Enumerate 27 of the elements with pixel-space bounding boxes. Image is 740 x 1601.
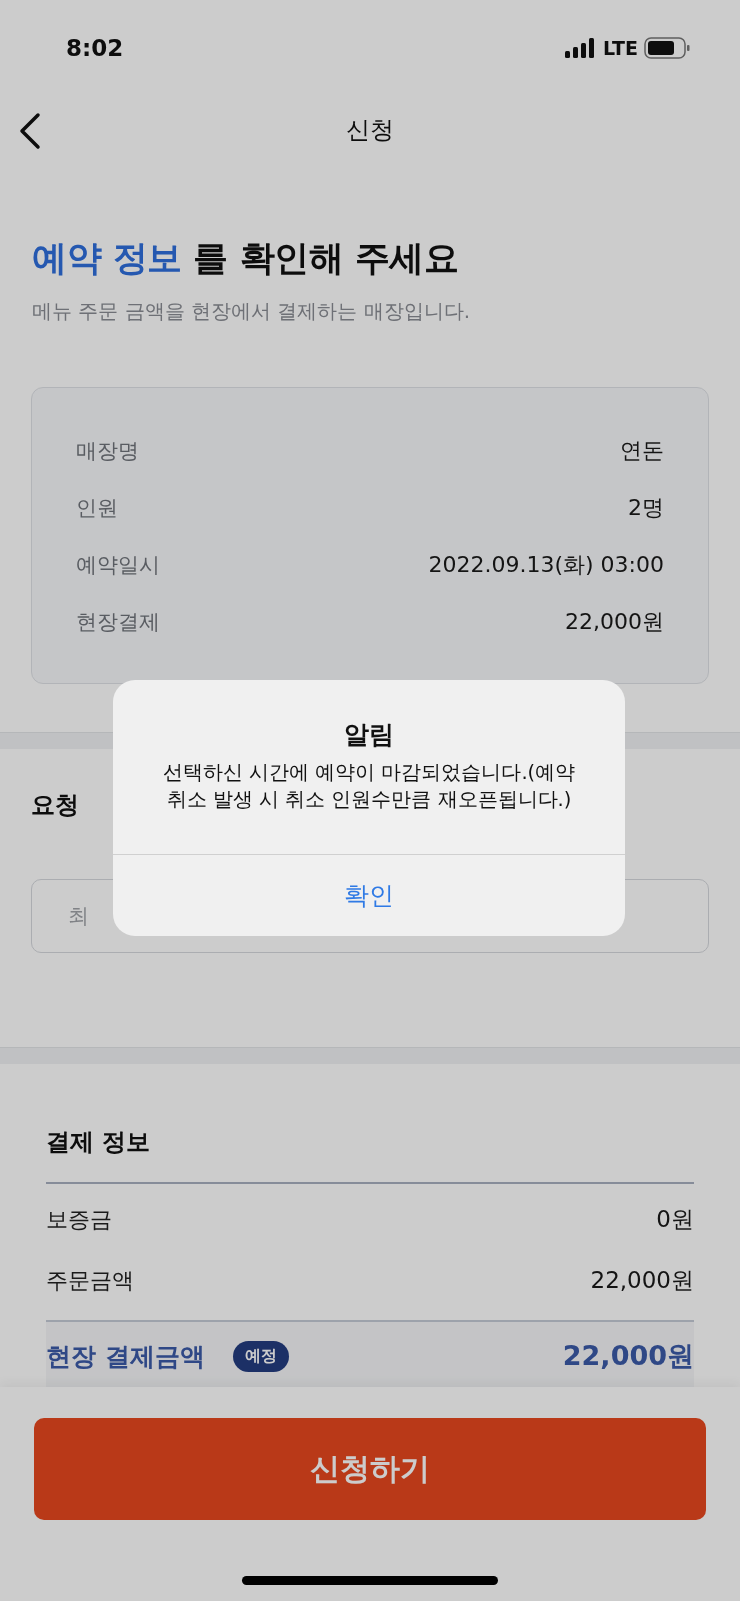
submit-button[interactable]: 신청하기 — [34, 1418, 706, 1520]
info-value: 연돈 — [620, 437, 664, 465]
info-value: 2022.09.13(화) 03:00 — [428, 551, 664, 579]
page-title: 신청 — [346, 115, 394, 146]
section-title: 결제 정보 — [46, 1127, 151, 1158]
info-label: 예약일시 — [76, 552, 160, 579]
alert-message: 선택하신 시간에 예약이 마감되었습니다.(예약 취소 발생 시 취소 인원수만큼 재오픈됩니다.) — [161, 760, 577, 814]
payment-label: 보증금 — [46, 1205, 112, 1234]
info-value: 22,000원 — [565, 608, 664, 636]
payment-value: 22,000원 — [590, 1266, 694, 1295]
page-heading: 예약 정보 를 확인해 주세요 — [32, 237, 460, 280]
total-label: 현장 결제금액 — [46, 1340, 205, 1373]
battery-icon — [644, 36, 690, 59]
status-badge: 예정 — [232, 1340, 289, 1372]
payment-value: 0원 — [656, 1205, 694, 1234]
info-label: 현장결제 — [76, 609, 160, 636]
alert-title: 알림 — [344, 719, 394, 751]
info-label: 매장명 — [76, 438, 139, 465]
status-time: 8:02 — [66, 34, 124, 61]
payment-label: 주문금액 — [46, 1266, 134, 1295]
section-title: 요청 — [31, 790, 79, 821]
info-label: 인원 — [76, 495, 118, 522]
info-value: 2명 — [628, 494, 664, 522]
total-value: 22,000원 — [562, 1339, 694, 1373]
network-label: LTE — [603, 36, 638, 59]
confirm-button[interactable]: 확인 — [113, 853, 625, 936]
page-subtitle: 메뉴 주문 금액을 현장에서 결제하는 매장입니다. — [32, 298, 472, 325]
